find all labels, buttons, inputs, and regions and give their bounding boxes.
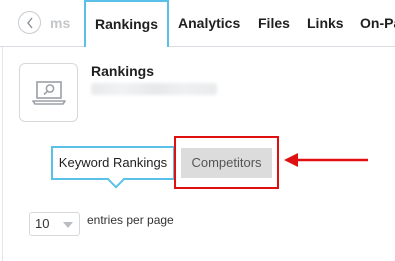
tab-items[interactable]: ms bbox=[50, 0, 70, 47]
tab-keyword-rankings[interactable]: Keyword Rankings bbox=[51, 146, 175, 189]
tab-files[interactable]: Files bbox=[258, 0, 290, 47]
blurred-url bbox=[91, 83, 217, 95]
entries-select-value: 10 bbox=[35, 216, 50, 231]
content-border bbox=[2, 47, 3, 261]
chevron-left-icon bbox=[26, 17, 33, 28]
tab-bar: ms Rankings Analytics Files Links On-Pa bbox=[0, 0, 395, 47]
tab-keyword-rankings-label: Keyword Rankings bbox=[58, 155, 168, 170]
page-title: Rankings bbox=[91, 63, 155, 79]
entries-per-page-label: entries per page bbox=[87, 213, 174, 227]
caret-down-icon bbox=[63, 222, 73, 228]
tab-rankings[interactable]: Rankings bbox=[84, 0, 170, 47]
back-button[interactable] bbox=[18, 11, 41, 34]
annotation-arrow-icon bbox=[284, 153, 368, 167]
active-tab-pointer bbox=[107, 171, 125, 189]
laptop-search-icon bbox=[31, 80, 66, 105]
project-avatar bbox=[19, 63, 78, 122]
tab-analytics[interactable]: Analytics bbox=[178, 0, 240, 47]
tab-on-page[interactable]: On-Pa bbox=[360, 0, 395, 47]
entries-per-page-select[interactable]: 10 bbox=[29, 212, 80, 236]
tab-links[interactable]: Links bbox=[307, 0, 344, 47]
annotation-highlight-box bbox=[174, 136, 279, 189]
